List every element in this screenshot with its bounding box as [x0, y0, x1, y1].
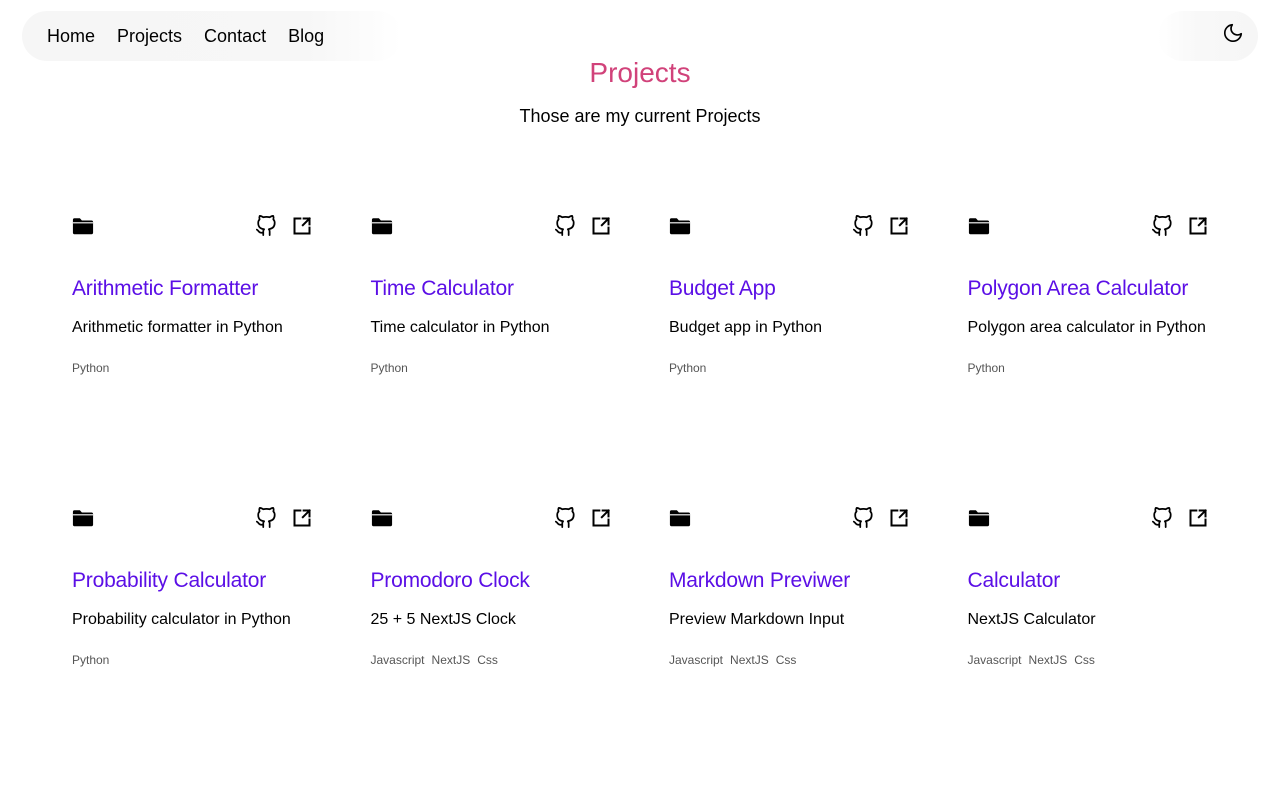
- tag: Css: [1074, 653, 1095, 668]
- tag: Javascript: [370, 653, 425, 668]
- external-link-icon[interactable]: [889, 216, 909, 236]
- folder-icon: [371, 510, 392, 527]
- project-card: Polygon Area Calculator Polygon area cal…: [968, 214, 1208, 375]
- project-description: Polygon area calculator in Python: [967, 319, 1206, 337]
- card-header: [72, 214, 312, 240]
- nav-link-contact[interactable]: Contact: [204, 27, 266, 45]
- project-description: Time calculator in Python: [370, 319, 550, 337]
- nav-link-projects[interactable]: Projects: [117, 27, 182, 45]
- tag: Css: [477, 653, 498, 668]
- moon-icon[interactable]: [1222, 22, 1244, 44]
- external-link-icon[interactable]: [292, 216, 312, 236]
- project-card: Calculator NextJS Calculator Javascript N…: [968, 506, 1208, 667]
- project-description: Budget app in Python: [669, 319, 823, 337]
- tag: Python: [72, 653, 110, 668]
- project-card: Budget App Budget app in Python Python: [669, 214, 909, 375]
- tag: Css: [775, 653, 797, 668]
- nav-link-home[interactable]: Home: [47, 27, 95, 45]
- github-icon[interactable]: [1151, 214, 1173, 238]
- tag: NextJS: [1028, 653, 1068, 668]
- github-icon[interactable]: [852, 506, 874, 530]
- top-nav: Home Projects Contact Blog: [22, 11, 402, 61]
- external-link-icon[interactable]: [591, 508, 611, 528]
- tag: Javascript: [669, 653, 724, 668]
- github-icon[interactable]: [852, 214, 874, 238]
- folder-icon: [669, 218, 691, 235]
- tag: Javascript: [967, 653, 1022, 668]
- project-tags: Javascript NextJS Css: [371, 653, 611, 667]
- project-tags: Python: [968, 361, 1208, 375]
- project-title[interactable]: Promodoro Clock: [371, 568, 611, 593]
- project-tags: Python: [371, 361, 611, 375]
- folder-icon: [968, 218, 989, 235]
- github-icon[interactable]: [554, 214, 576, 238]
- folder-icon: [72, 218, 94, 235]
- card-header: [968, 506, 1208, 532]
- tag: Python: [72, 361, 110, 376]
- card-header: [72, 506, 312, 532]
- project-description: NextJS Calculator: [967, 611, 1096, 629]
- page-title: Projects: [589, 57, 691, 88]
- project-title[interactable]: Probability Calculator: [72, 568, 312, 593]
- project-card: Promodoro Clock 25 + 5 NextJS Clock Java…: [371, 506, 611, 667]
- tag: NextJS: [730, 653, 769, 668]
- project-tags: Python: [72, 361, 312, 375]
- project-title[interactable]: Calculator: [968, 568, 1208, 593]
- github-icon[interactable]: [255, 214, 277, 238]
- card-header: [371, 506, 611, 532]
- github-icon[interactable]: [255, 506, 277, 530]
- project-title[interactable]: Markdown Previwer: [669, 568, 909, 593]
- project-description: Preview Markdown Input: [669, 611, 845, 629]
- external-link-icon[interactable]: [1188, 508, 1208, 528]
- card-header: [968, 214, 1208, 240]
- external-link-icon[interactable]: [591, 216, 611, 236]
- card-header: [669, 214, 909, 240]
- external-link-icon[interactable]: [292, 508, 312, 528]
- project-description: Probability calculator in Python: [72, 611, 291, 629]
- project-description: Arithmetic formatter in Python: [72, 319, 283, 337]
- folder-icon: [72, 510, 94, 527]
- project-tags: Python: [669, 361, 909, 375]
- project-card: Probability Calculator Probability calcu…: [72, 506, 312, 667]
- card-header: [371, 214, 611, 240]
- project-card: Time Calculator Time calculator in Pytho…: [371, 214, 611, 375]
- nav-link-blog[interactable]: Blog: [288, 27, 324, 45]
- project-tags: Javascript NextJS Css: [669, 653, 909, 667]
- project-title[interactable]: Polygon Area Calculator: [968, 276, 1208, 301]
- tag: NextJS: [431, 653, 471, 668]
- tag: Python: [967, 361, 1005, 376]
- github-icon[interactable]: [1151, 506, 1173, 530]
- external-link-icon[interactable]: [1188, 216, 1208, 236]
- page-subtitle: Those are my current Projects: [519, 106, 761, 126]
- project-tags: Python: [72, 653, 312, 667]
- folder-icon: [968, 510, 989, 527]
- tag: Python: [669, 361, 707, 376]
- project-tags: Javascript NextJS Css: [968, 653, 1208, 667]
- folder-icon: [371, 218, 392, 235]
- external-link-icon[interactable]: [889, 508, 909, 528]
- tag: Python: [370, 361, 408, 376]
- project-card: Markdown Previwer Preview Markdown Input…: [669, 506, 909, 667]
- folder-icon: [669, 510, 691, 527]
- project-title[interactable]: Time Calculator: [371, 276, 611, 301]
- project-description: 25 + 5 NextJS Clock: [370, 611, 516, 629]
- project-title[interactable]: Budget App: [669, 276, 909, 301]
- card-header: [669, 506, 909, 532]
- project-title[interactable]: Arithmetic Formatter: [72, 276, 312, 301]
- github-icon[interactable]: [554, 506, 576, 530]
- project-card: Arithmetic Formatter Arithmetic formatte…: [72, 214, 312, 375]
